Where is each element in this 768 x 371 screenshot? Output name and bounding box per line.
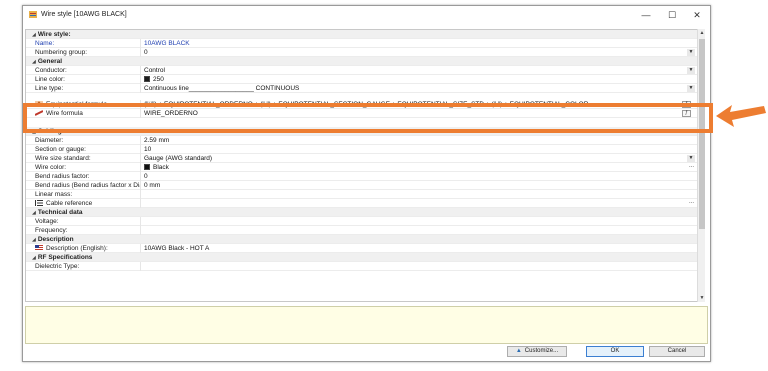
property-grid: ◢ Wire style: Name: 10AWG BLACK Numbering…	[25, 29, 704, 302]
cable-reference-icon	[35, 200, 43, 206]
name-value[interactable]: 10AWG BLACK	[141, 39, 703, 48]
background-right	[711, 0, 768, 371]
dielectric-type-value[interactable]	[141, 262, 703, 271]
conductor-value[interactable]: Control	[141, 66, 703, 75]
wire-color-value[interactable]: Black	[153, 163, 169, 172]
property-row-numbering-group[interactable]: Numbering group: 0 ▼	[26, 47, 703, 57]
line-type-value[interactable]: Continuous line__________________ CONTIN…	[141, 84, 703, 93]
frequency-value[interactable]	[141, 226, 703, 235]
property-label: Numbering group:	[26, 47, 141, 57]
scrollbar-thumb[interactable]	[699, 39, 705, 229]
property-label: Dielectric Type:	[26, 261, 141, 271]
section-value[interactable]: 10	[141, 145, 703, 154]
linear-mass-value[interactable]	[141, 190, 703, 199]
property-row-frequency[interactable]: Frequency:	[26, 225, 703, 235]
chevron-down-icon[interactable]: ▼	[687, 67, 695, 74]
wire-style-dialog: Wire style [10AWG BLACK] — ☐ ✕ ◢ Wire sty…	[22, 5, 711, 362]
property-label: Cable reference	[46, 199, 93, 207]
property-row-description-english[interactable]: Description (English): 10AWG Black - HOT…	[26, 243, 703, 253]
property-label: Line color:	[26, 74, 141, 84]
collapse-icon: ◢	[32, 254, 36, 261]
title-bar: Wire style [10AWG BLACK] — ☐ ✕	[23, 6, 710, 24]
property-row-cable-reference[interactable]: Cable reference ...	[26, 198, 703, 208]
cable-reference-value[interactable]	[141, 199, 703, 208]
chevron-down-icon[interactable]: ▼	[687, 155, 695, 162]
property-label: Diameter:	[26, 135, 141, 145]
collapse-icon: ◢	[32, 209, 36, 216]
numbering-group-value[interactable]: 0	[141, 48, 703, 57]
chevron-down-icon[interactable]: ▼	[687, 49, 695, 56]
more-options-icon[interactable]: ...	[689, 163, 694, 169]
dialog-footer: ▲ Customize... OK Cancel	[23, 346, 710, 361]
property-label: Wire color:	[26, 162, 141, 172]
color-swatch	[144, 164, 150, 170]
app-icon	[29, 11, 37, 18]
window-title: Wire style [10AWG BLACK]	[41, 11, 127, 18]
property-label: Frequency:	[26, 225, 141, 235]
voltage-value[interactable]	[141, 217, 703, 226]
group-label: RF Specifications	[37, 253, 93, 261]
collapse-icon: ◢	[32, 236, 36, 243]
group-label: Description	[37, 235, 74, 243]
scroll-up-icon[interactable]: ▲	[698, 29, 706, 37]
property-row-dielectric-type[interactable]: Dielectric Type:	[26, 261, 703, 271]
color-swatch	[144, 76, 150, 82]
annotation-highlight-box	[23, 103, 713, 133]
page: Wire style [10AWG BLACK] — ☐ ✕ ◢ Wire sty…	[0, 0, 768, 371]
property-label: Bend radius factor:	[26, 171, 141, 181]
wire-size-standard-value[interactable]: Gauge (AWG standard)	[141, 154, 703, 163]
group-label: Wire style	[37, 30, 69, 38]
group-label: Technical data	[37, 208, 83, 216]
background-left	[0, 0, 22, 371]
close-button[interactable]: ✕	[686, 8, 708, 22]
bend-radius-factor-value[interactable]: 0	[141, 172, 703, 181]
diameter-value[interactable]: 2.59 mm	[141, 136, 703, 145]
line-color-value[interactable]: 250	[153, 75, 164, 84]
property-label: Bend radius (Bend radius factor x Dia	[26, 180, 141, 190]
collapse-icon: ◢	[32, 58, 36, 65]
property-row-line-type[interactable]: Line type: Continuous line______________…	[26, 83, 703, 93]
description-panel	[25, 306, 708, 344]
property-label: Section or gauge:	[26, 144, 141, 154]
property-label: Conductor:	[26, 65, 141, 75]
customize-button[interactable]: ▲ Customize...	[507, 346, 567, 357]
collapse-icon: ◢	[32, 31, 36, 38]
warning-icon: ▲	[515, 348, 522, 354]
group-label: General	[37, 57, 63, 65]
bend-radius-value[interactable]: 0 mm	[141, 181, 703, 190]
property-label: Linear mass:	[26, 189, 141, 199]
us-flag-icon	[35, 245, 43, 251]
minimize-button[interactable]: —	[635, 8, 657, 22]
chevron-down-icon[interactable]: ▼	[687, 85, 695, 92]
annotation-arrow-icon	[716, 105, 766, 127]
property-label: Wire size standard:	[26, 153, 141, 163]
property-label: Description (English):	[46, 244, 108, 252]
property-label: Voltage:	[26, 216, 141, 226]
ok-button[interactable]: OK	[586, 346, 644, 357]
more-options-icon[interactable]: ...	[689, 199, 694, 205]
description-english-value[interactable]: 10AWG Black - HOT A	[141, 244, 703, 253]
customize-label: Customize...	[524, 348, 559, 354]
property-label: Name:	[26, 38, 141, 48]
property-label: Line type:	[26, 83, 141, 93]
maximize-button[interactable]: ☐	[661, 8, 683, 22]
vertical-scrollbar[interactable]: ▲ ▼	[697, 29, 705, 302]
cancel-button[interactable]: Cancel	[649, 346, 705, 357]
scroll-down-icon[interactable]: ▼	[698, 294, 706, 302]
